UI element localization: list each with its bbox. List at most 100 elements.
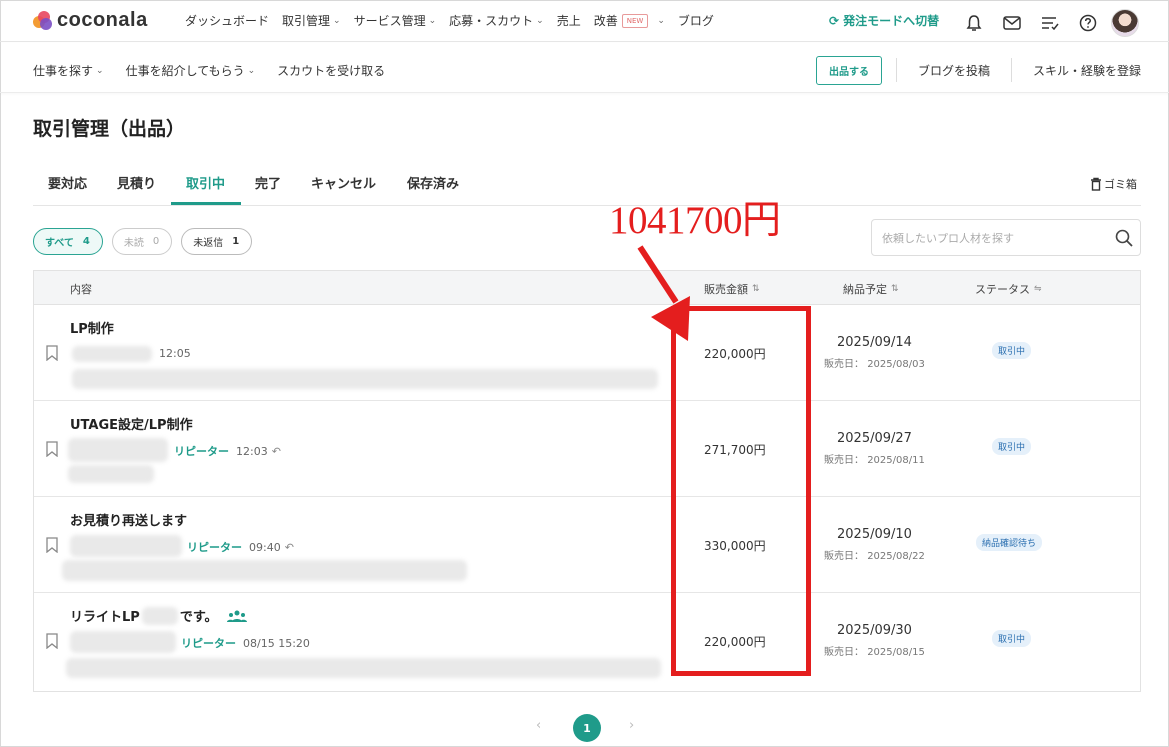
status-tabs: 要対応 見積り 取引中 完了 キャンセル 保存済み <box>33 162 1141 206</box>
row-meta: 12:05 <box>159 347 191 360</box>
register-skills-link[interactable]: スキル・経験を登録 <box>1033 62 1141 79</box>
row-title[interactable]: お見積り再送します <box>70 510 187 529</box>
coconala-logo[interactable]: coconala <box>33 9 148 32</box>
logo-text: coconala <box>57 9 148 31</box>
mail-icon[interactable] <box>1001 12 1023 34</box>
chevron-down-icon: ⌄ <box>657 15 665 26</box>
row-due-date: 2025/09/30 <box>837 623 912 638</box>
table-row[interactable]: リライトLP です。 リピーター 08/15 15:20 220,000円 202… <box>34 593 1140 689</box>
checklist-icon[interactable] <box>1039 12 1061 34</box>
publish-button[interactable]: 出品する <box>816 56 882 85</box>
tab-in-progress[interactable]: 取引中 <box>186 173 225 192</box>
search-icon[interactable] <box>1114 228 1134 248</box>
filter-unreplied[interactable]: 未返信 1 <box>181 228 253 255</box>
chevron-down-icon: ⌄ <box>536 15 544 26</box>
table-row[interactable]: UTAGE設定/LP制作 リピーター 12:03 ↶ 271,700円 2025/0… <box>34 401 1140 497</box>
table-row[interactable]: LP制作 12:05 220,000円 2025/09/14 販売日： 2025… <box>34 305 1140 401</box>
row-meta: リピーター 09:40 ↶ <box>187 540 294 555</box>
redacted-message <box>66 658 661 678</box>
logo-icon <box>33 10 53 31</box>
redacted-message <box>72 369 658 389</box>
repeater-label: リピーター <box>187 541 242 554</box>
redacted-message <box>62 560 467 581</box>
trash-icon <box>1091 177 1101 191</box>
new-badge: NEW <box>621 13 649 28</box>
find-work-menu[interactable]: 仕事を探す ⌄ <box>33 62 104 79</box>
bookmark-icon[interactable] <box>45 537 59 553</box>
transactions-table: 内容 販売金額 ⇅ 納品予定 ⇅ ステータス ⇋ LP制作 12:05 220,000… <box>33 270 1141 692</box>
prev-page-button[interactable]: ‹ <box>536 718 541 733</box>
redacted-buyer <box>72 346 152 362</box>
top-navigation: coconala ダッシュボード 取引管理 ⌄ サービス管理 ⌄ 応募・スカウト ⌄ … <box>0 0 1169 42</box>
tab-action-required[interactable]: 要対応 <box>48 173 87 192</box>
header-due[interactable]: 納品予定 ⇅ <box>843 281 899 297</box>
chevron-down-icon: ⌄ <box>428 15 437 26</box>
page-title: 取引管理（出品） <box>33 118 186 140</box>
menu-improvement[interactable]: 改善 NEW ⌄ <box>594 12 665 29</box>
row-due-date: 2025/09/14 <box>837 335 912 350</box>
menu-blog[interactable]: ブログ <box>678 12 714 29</box>
row-due-date: 2025/09/10 <box>837 527 912 542</box>
row-sale-date: 販売日： 2025/08/03 <box>824 359 925 370</box>
repeater-label: リピーター <box>174 445 229 458</box>
active-tab-indicator <box>171 202 241 205</box>
redacted-message <box>68 465 154 483</box>
redacted-title-part <box>141 606 178 625</box>
tab-saved[interactable]: 保存済み <box>407 173 459 192</box>
divider <box>896 58 897 82</box>
menu-dashboard[interactable]: ダッシュボード <box>185 12 269 29</box>
help-icon[interactable] <box>1077 12 1099 34</box>
search-input[interactable] <box>882 229 1102 247</box>
row-meta: リピーター 08/15 15:20 <box>181 636 310 651</box>
header-status[interactable]: ステータス ⇋ <box>975 281 1042 297</box>
group-users-icon <box>226 610 247 622</box>
tab-completed[interactable]: 完了 <box>255 173 281 192</box>
row-due-date: 2025/09/27 <box>837 431 912 446</box>
menu-sales[interactable]: 売上 <box>557 12 581 29</box>
header-price[interactable]: 販売金額 ⇅ <box>704 281 760 297</box>
status-badge: 納品確認待ち <box>976 534 1043 551</box>
reply-icon: ↶ <box>284 540 294 554</box>
highlight-box <box>671 306 811 676</box>
menu-service-management[interactable]: サービス管理 ⌄ <box>354 12 437 29</box>
reply-icon: ↶ <box>271 444 281 458</box>
status-badge: 取引中 <box>992 630 1032 647</box>
get-introduced-menu[interactable]: 仕事を紹介してもらう ⌄ <box>126 62 256 79</box>
main-menu: ダッシュボード 取引管理 ⌄ サービス管理 ⌄ 応募・スカウト ⌄ 売上 改善 NEW ⌄… <box>185 12 727 29</box>
redacted-buyer <box>70 535 182 557</box>
tab-estimates[interactable]: 見積り <box>117 173 156 192</box>
post-blog-link[interactable]: ブログを投稿 <box>918 62 990 79</box>
receive-scouts-link[interactable]: スカウトを受け取る <box>277 62 385 79</box>
row-title[interactable]: リライトLP です。 <box>70 606 248 625</box>
bookmark-icon[interactable] <box>45 345 59 361</box>
table-row[interactable]: お見積り再送します リピーター 09:40 ↶ 330,000円 2025/09/1… <box>34 497 1140 593</box>
pagination: ‹ 1 › <box>530 712 640 746</box>
trash-link[interactable]: ゴミ箱 <box>1090 176 1137 192</box>
sub-navigation: 仕事を探す ⌄ 仕事を紹介してもらう ⌄ スカウトを受け取る 出品する ブログを投稿… <box>0 43 1169 93</box>
row-title[interactable]: LP制作 <box>70 318 114 337</box>
filter-all[interactable]: すべて 4 <box>33 228 103 255</box>
switch-mode-button[interactable]: ⟳ 発注モードへ切替 <box>829 12 939 29</box>
chevron-down-icon: ⌄ <box>247 65 256 76</box>
row-title[interactable]: UTAGE設定/LP制作 <box>70 414 193 433</box>
filter-chips: すべて 4 未読 0 未返信 1 <box>33 228 261 255</box>
filter-swap-icon: ⇋ <box>1034 284 1042 294</box>
redacted-buyer <box>70 631 176 653</box>
bell-icon[interactable] <box>963 12 985 34</box>
menu-applications-scouts[interactable]: 応募・スカウト ⌄ <box>449 12 544 29</box>
bookmark-icon[interactable] <box>45 441 59 457</box>
avatar[interactable] <box>1111 9 1139 37</box>
tab-cancelled[interactable]: キャンセル <box>311 173 376 192</box>
repeater-label: リピーター <box>181 637 236 650</box>
status-badge: 取引中 <box>992 438 1032 455</box>
menu-transactions[interactable]: 取引管理 ⌄ <box>282 12 341 29</box>
row-sale-date: 販売日： 2025/08/22 <box>824 551 925 562</box>
header-content: 内容 <box>70 283 92 296</box>
chevron-down-icon: ⌄ <box>96 65 104 76</box>
current-page[interactable]: 1 <box>573 714 601 742</box>
row-sale-date: 販売日： 2025/08/15 <box>824 647 925 658</box>
bookmark-icon[interactable] <box>45 633 59 649</box>
next-page-button[interactable]: › <box>629 718 634 733</box>
filter-unread[interactable]: 未読 0 <box>111 228 173 255</box>
table-header: 内容 販売金額 ⇅ 納品予定 ⇅ ステータス ⇋ <box>34 271 1140 305</box>
